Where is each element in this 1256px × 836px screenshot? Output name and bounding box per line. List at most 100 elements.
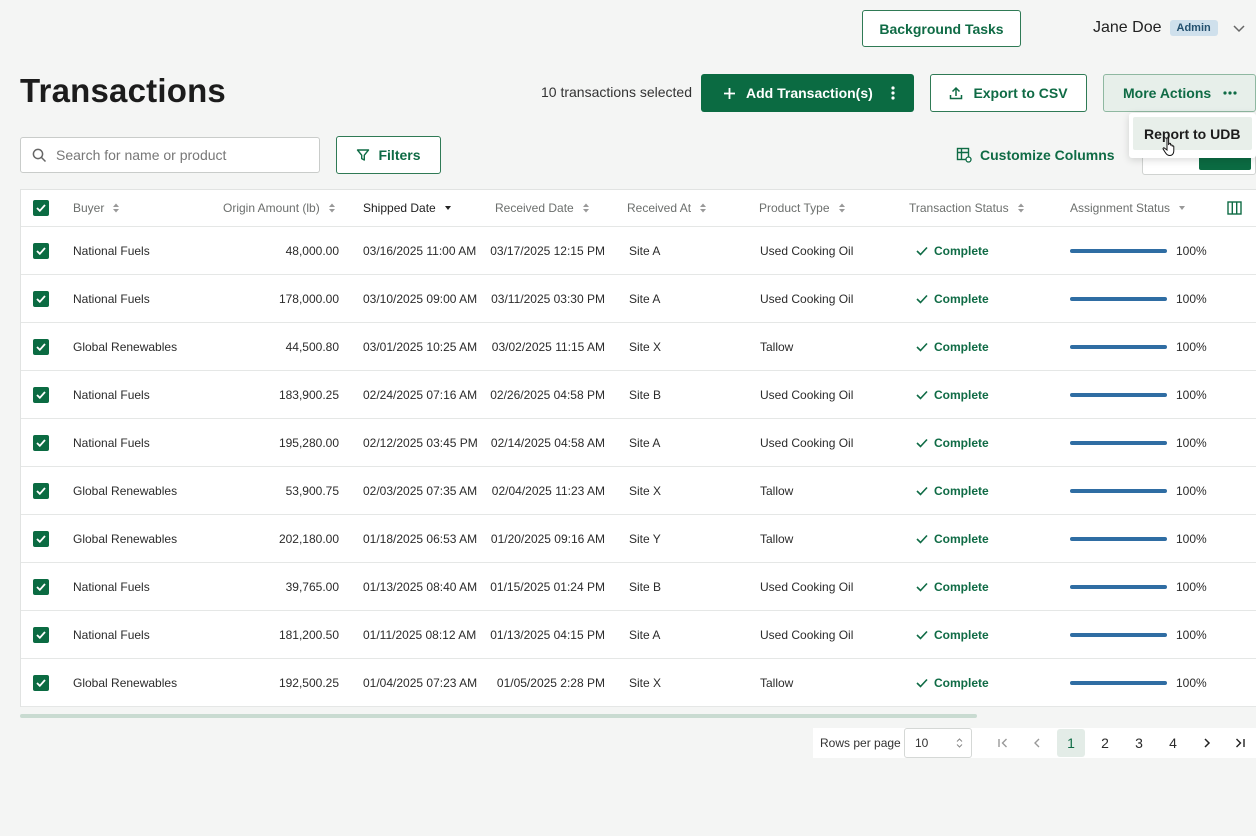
column-label: Origin Amount (lb) xyxy=(223,201,320,215)
table-row[interactable]: Global Renewables 44,500.80 03/01/2025 10:… xyxy=(21,323,1256,371)
menu-item-report-udb[interactable]: Report to UDB xyxy=(1133,117,1252,150)
first-page-button[interactable] xyxy=(989,729,1017,757)
search-input[interactable] xyxy=(56,147,296,163)
row-checkbox[interactable] xyxy=(33,419,49,466)
user-menu[interactable]: Jane Doe Admin xyxy=(1093,16,1246,40)
chevron-down-icon[interactable] xyxy=(1232,21,1246,35)
received-at-cell: Site B xyxy=(629,579,662,594)
search-field[interactable] xyxy=(20,137,320,173)
next-page-button[interactable] xyxy=(1193,729,1221,757)
page-button-2[interactable]: 2 xyxy=(1091,729,1119,757)
assignment-progress-bar xyxy=(1070,440,1167,445)
check-icon xyxy=(916,342,928,352)
assignment-progress-bar xyxy=(1070,632,1167,637)
check-icon xyxy=(916,678,928,688)
buyer-cell: National Fuels xyxy=(73,435,150,450)
column-header-received-date[interactable]: Received Date xyxy=(495,190,590,226)
column-header-assignment-status[interactable]: Assignment Status xyxy=(1070,190,1186,226)
product-type-cell: Used Cooking Oil xyxy=(760,291,854,306)
column-header-product-type[interactable]: Product Type xyxy=(759,190,846,226)
received-date-cell: 01/13/2025 04:15 PM xyxy=(490,627,605,642)
column-header-transaction-status[interactable]: Transaction Status xyxy=(909,190,1025,226)
row-checkbox[interactable] xyxy=(33,323,49,370)
add-transaction-button[interactable]: Add Transaction(s) xyxy=(701,74,914,112)
menu-item-label: Report to UDB xyxy=(1144,125,1241,142)
table-row[interactable]: National Fuels 181,200.50 01/11/2025 08:12… xyxy=(21,611,1256,659)
kebab-icon[interactable] xyxy=(891,86,895,100)
origin-amount-cell: 53,900.75 xyxy=(285,483,339,498)
page-button-4[interactable]: 4 xyxy=(1159,729,1187,757)
previous-page-button[interactable] xyxy=(1023,729,1051,757)
table-row[interactable]: Global Renewables 192,500.25 01/04/2025 07… xyxy=(21,659,1256,707)
page-title: Transactions xyxy=(20,72,226,109)
product-type-cell: Tallow xyxy=(760,675,794,690)
table-row[interactable]: National Fuels 48,000.00 03/16/2025 11:00 … xyxy=(21,227,1256,275)
select-all-checkbox[interactable] xyxy=(33,190,49,226)
row-checkbox[interactable] xyxy=(33,227,49,274)
shipped-date-cell: 01/04/2025 07:23 AM xyxy=(363,675,478,690)
rows-per-page-select[interactable]: 10 xyxy=(904,728,972,758)
column-header-shipped-date[interactable]: Shipped Date xyxy=(363,190,452,226)
transactions-table: Buyer Origin Amount (lb) Shipped Date Re… xyxy=(20,189,1256,707)
buyer-cell: Global Renewables xyxy=(73,483,178,498)
export-csv-button[interactable]: Export to CSV xyxy=(930,74,1087,112)
sort-icon xyxy=(113,203,120,213)
assignment-percent: 100% xyxy=(1176,483,1207,498)
last-page-button[interactable] xyxy=(1226,729,1254,757)
table-row[interactable]: National Fuels 183,900.25 02/24/2025 07:16… xyxy=(21,371,1256,419)
row-checkbox[interactable] xyxy=(33,563,49,610)
sort-desc-icon xyxy=(444,206,451,210)
table-row[interactable]: Global Renewables 53,900.75 02/03/2025 07:… xyxy=(21,467,1256,515)
filters-button[interactable]: Filters xyxy=(336,136,441,174)
sort-icon xyxy=(838,203,845,213)
column-header-origin-amount[interactable]: Origin Amount (lb) xyxy=(223,190,336,226)
shipped-date-cell: 02/12/2025 03:45 PM xyxy=(363,435,478,450)
row-checkbox[interactable] xyxy=(33,611,49,658)
received-date-cell: 03/02/2025 11:15 AM xyxy=(491,339,605,354)
received-date-cell: 01/15/2025 01:24 PM xyxy=(490,579,605,594)
origin-amount-cell: 178,000.00 xyxy=(278,291,339,306)
more-actions-label: More Actions xyxy=(1123,85,1212,101)
last-page-icon xyxy=(1236,738,1245,748)
buyer-cell: National Fuels xyxy=(73,243,150,258)
row-checkbox[interactable] xyxy=(33,515,49,562)
received-date-cell: 03/17/2025 12:15 PM xyxy=(490,243,605,258)
buyer-cell: Global Renewables xyxy=(73,531,178,546)
row-checkbox[interactable] xyxy=(33,659,49,706)
assignment-progress-bar xyxy=(1070,296,1167,301)
buyer-cell: National Fuels xyxy=(73,387,150,402)
column-label: Product Type xyxy=(759,201,830,215)
received-date-cell: 01/05/2025 2:28 PM xyxy=(496,675,605,690)
row-checkbox[interactable] xyxy=(33,371,49,418)
row-checkbox[interactable] xyxy=(33,467,49,514)
column-label: Received At xyxy=(627,201,692,215)
table-header-row: Buyer Origin Amount (lb) Shipped Date Re… xyxy=(21,190,1256,227)
buyer-cell: Global Renewables xyxy=(73,675,178,690)
table-row[interactable]: Global Renewables 202,180.00 01/18/2025 06… xyxy=(21,515,1256,563)
page-button-1[interactable]: 1 xyxy=(1057,729,1085,757)
table-row[interactable]: National Fuels 178,000.00 03/10/2025 09:00… xyxy=(21,275,1256,323)
horizontal-scrollbar[interactable] xyxy=(20,714,977,718)
assignment-percent: 100% xyxy=(1176,531,1207,546)
background-tasks-button[interactable]: Background Tasks xyxy=(862,10,1021,47)
check-icon xyxy=(36,582,46,591)
row-checkbox[interactable] xyxy=(33,275,49,322)
table-row[interactable]: National Fuels 39,765.00 01/13/2025 08:40 … xyxy=(21,563,1256,611)
status-label: Complete xyxy=(934,483,989,498)
shipped-date-cell: 01/18/2025 06:53 AM xyxy=(363,531,478,546)
check-icon xyxy=(916,390,928,400)
column-picker-icon[interactable] xyxy=(1227,190,1242,226)
column-header-received-at[interactable]: Received At xyxy=(627,190,707,226)
assignment-progress-bar xyxy=(1070,248,1167,253)
page-button-3[interactable]: 3 xyxy=(1125,729,1153,757)
table-row[interactable]: National Fuels 195,280.00 02/12/2025 03:45… xyxy=(21,419,1256,467)
status-label: Complete xyxy=(934,243,989,258)
assignment-status-cell: 100% xyxy=(1070,227,1207,274)
received-at-cell: Site Y xyxy=(629,531,661,546)
customize-columns-button[interactable]: Customize Columns xyxy=(956,145,1115,165)
column-header-buyer[interactable]: Buyer xyxy=(73,190,120,226)
origin-amount-cell: 183,900.25 xyxy=(278,387,339,402)
more-actions-button[interactable]: More Actions xyxy=(1103,74,1256,112)
check-icon xyxy=(36,294,46,303)
transaction-status-cell: Complete xyxy=(916,227,989,274)
